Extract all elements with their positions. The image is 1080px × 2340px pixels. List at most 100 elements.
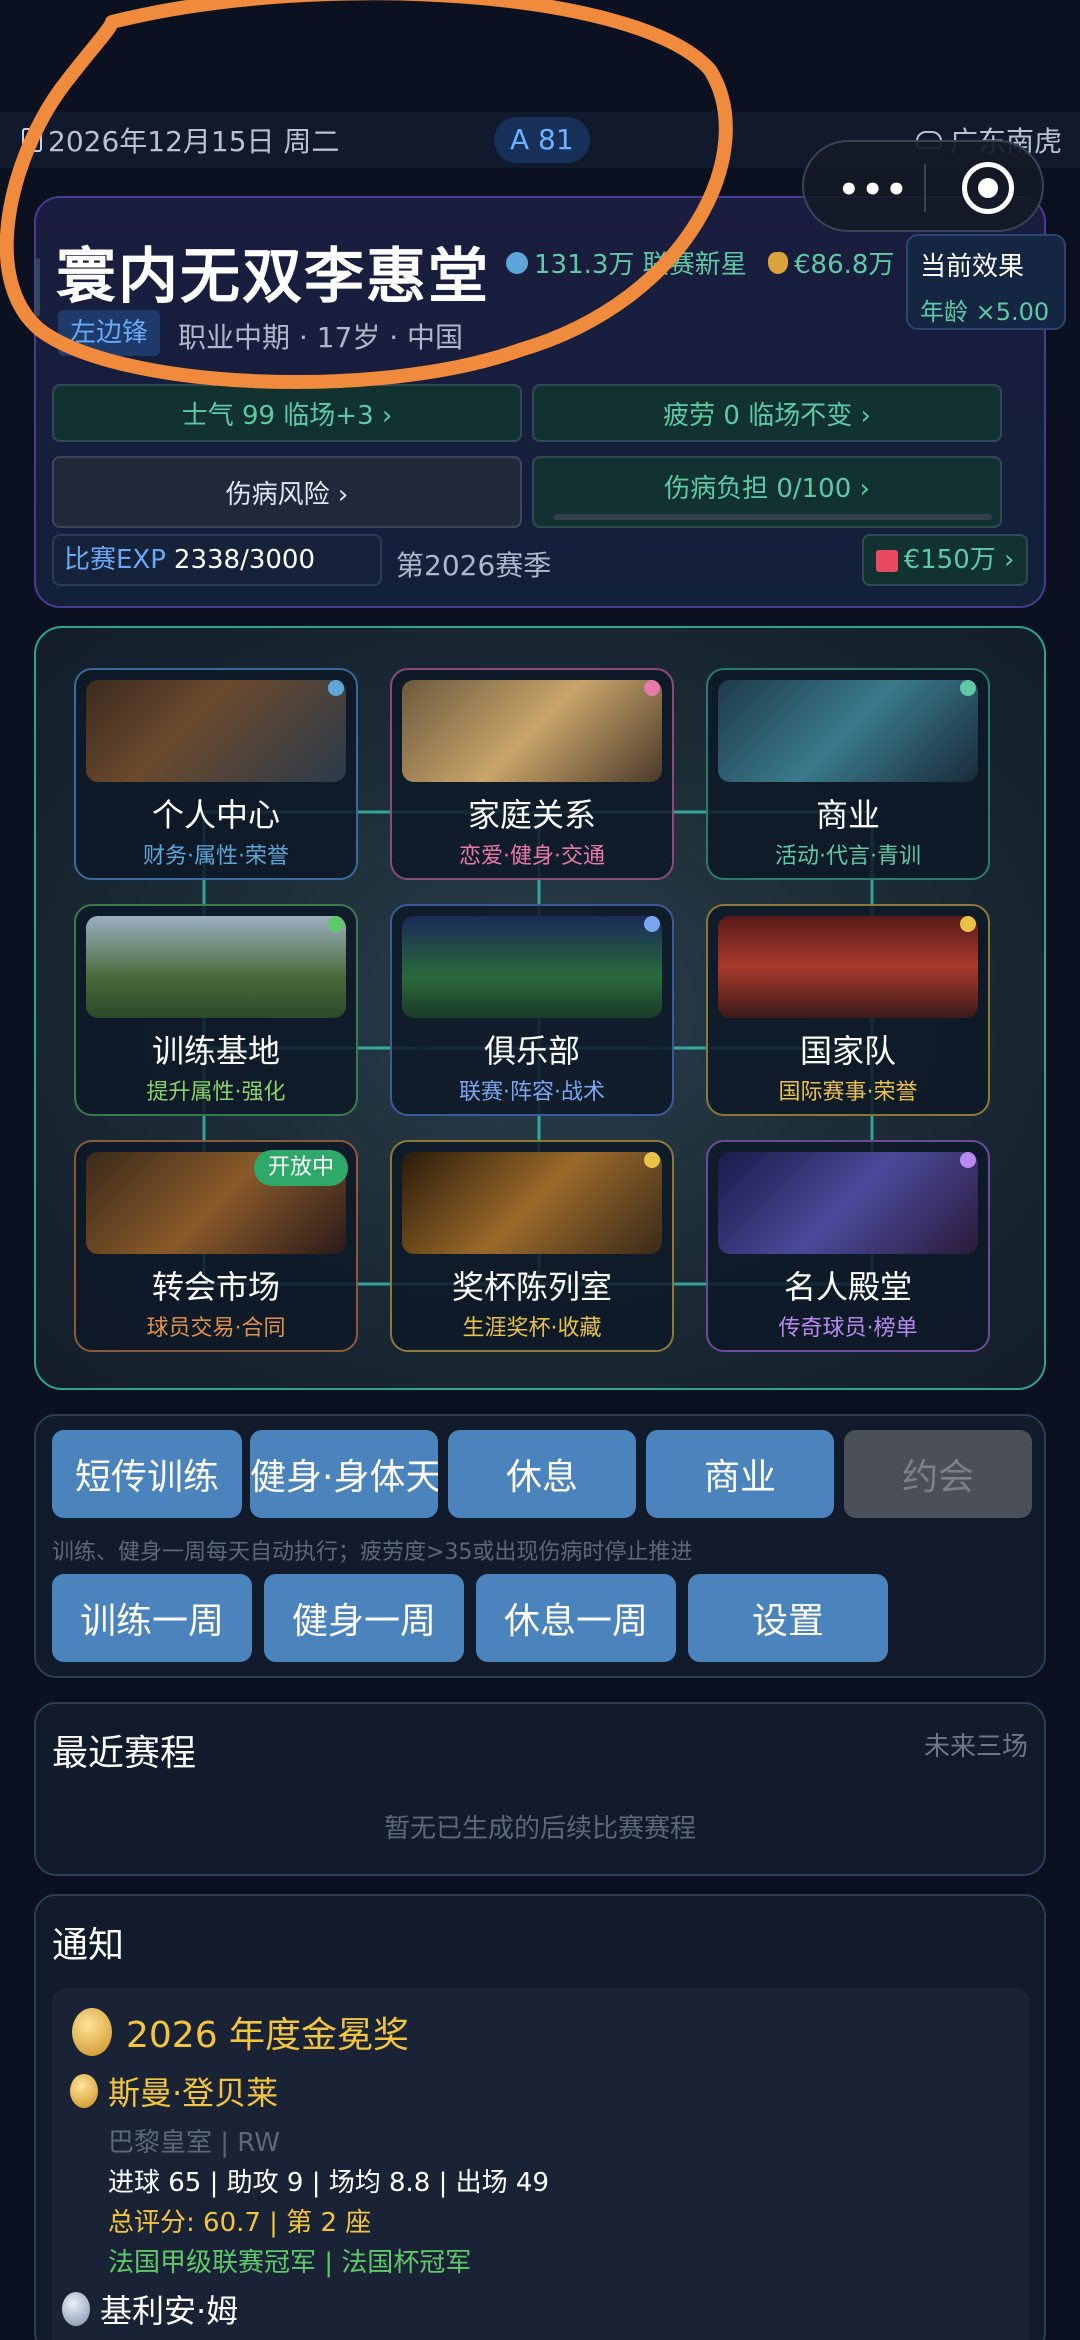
player-name: 寰内无双李惠堂 — [56, 242, 490, 312]
notice-title: 通知 — [52, 1925, 125, 1966]
injury-risk-text: 伤病风险 › — [225, 479, 349, 510]
tile-title: 商业 — [815, 796, 880, 834]
tile-image — [718, 916, 978, 1018]
more-menu-icon[interactable]: ••• — [838, 170, 909, 210]
tile-image — [402, 1152, 662, 1254]
money-display: €86.8万 — [768, 244, 894, 281]
tile-hall-of-fame[interactable]: 名人殿堂传奇球员·榜单 — [706, 1140, 990, 1352]
open-status-badge: 开放中 — [253, 1150, 348, 1186]
gold-medal-icon — [70, 2074, 98, 2108]
schedule-empty-text: 暂无已生成的后续比赛赛程 — [383, 1814, 696, 1844]
fatigue-button[interactable]: 疲劳 0 临场不变 › — [532, 384, 1002, 442]
tile-status-dot — [644, 1152, 660, 1168]
position-tag: 左边锋 — [58, 310, 161, 356]
tile-title: 个人中心 — [151, 796, 280, 834]
trophy-icon — [72, 2008, 112, 2056]
award-title-text: 2026 年度金冕奖 — [126, 2015, 410, 2056]
tile-title: 名人殿堂 — [783, 1268, 912, 1306]
market-value-button[interactable]: €150万 › — [862, 534, 1028, 586]
second-name: 基利安·姆 — [100, 2292, 239, 2330]
second-place-row: 基利安·姆 — [62, 2286, 238, 2332]
winner-honors: 法国甲级联赛冠军 | 法国杯冠军 — [108, 2248, 472, 2278]
tile-subtitle: 活动·代言·青训 — [775, 844, 921, 869]
tile-image — [402, 916, 662, 1018]
tile-title: 转会市场 — [151, 1268, 280, 1306]
date-text: 2026年12月15日 周二 — [48, 125, 340, 158]
fitness-button[interactable]: 健身·身体天赋 — [250, 1430, 438, 1518]
settings-button[interactable]: 设置 — [688, 1574, 888, 1662]
tile-image — [718, 1152, 978, 1254]
tile-subtitle: 恋爱·健身·交通 — [459, 844, 605, 869]
morale-button[interactable]: 士气 99 临场+3 › — [52, 384, 522, 442]
winner-name: 斯曼·登贝莱 — [108, 2074, 279, 2112]
auto-advance-hint: 训练、健身一周每天自动执行；疲劳度>35或出现伤病时停止推进 — [52, 1540, 693, 1565]
tile-image — [402, 680, 662, 782]
train-week-button[interactable]: 训练一周 — [52, 1574, 252, 1662]
tile-subtitle: 联赛·阵容·战术 — [459, 1080, 605, 1105]
tile-status-dot — [644, 680, 660, 696]
target-icon[interactable] — [962, 162, 1014, 214]
schedule-title: 最近赛程 — [52, 1733, 197, 1774]
match-exp-box: 比赛EXP 2338/3000 — [52, 534, 382, 586]
rating-badge: A 81 — [494, 117, 590, 163]
tile-training-base[interactable]: 训练基地提升属性·强化 — [74, 904, 358, 1116]
tile-club[interactable]: 俱乐部联赛·阵容·战术 — [390, 904, 674, 1116]
schedule-note: 未来三场 — [923, 1732, 1028, 1762]
tile-subtitle: 提升属性·强化 — [146, 1080, 286, 1105]
capsule-divider — [924, 164, 926, 212]
fatigue-text: 疲劳 0 临场不变 › — [663, 400, 871, 431]
recent-schedule-panel: 最近赛程 未来三场 暂无已生成的后续比赛赛程 — [34, 1702, 1046, 1876]
tile-personal-center[interactable]: 个人中心财务·属性·荣誉 — [74, 668, 358, 880]
current-effect-box[interactable]: 当前效果 年龄 ×5.00 — [906, 234, 1066, 330]
notice-panel: 通知 2026 年度金冕奖 斯曼·登贝莱 巴黎皇室 | RW 进球 65 | 助… — [34, 1894, 1046, 2340]
tile-status-dot — [328, 916, 344, 932]
rest-button[interactable]: 休息 — [448, 1430, 636, 1518]
tile-status-dot — [960, 916, 976, 932]
rest-week-button[interactable]: 休息一周 — [476, 1574, 676, 1662]
effect-title: 当前效果 — [920, 252, 1025, 282]
exp-value: 2338/3000 — [173, 545, 316, 575]
injury-burden-text: 伤病负担 0/100 › — [664, 474, 870, 504]
tile-status-dot — [328, 680, 344, 696]
exp-label: 比赛EXP — [64, 545, 166, 575]
tile-subtitle: 财务·属性·荣誉 — [143, 844, 289, 869]
tile-trophy-room[interactable]: 奖杯陈列室生涯奖杯·收藏 — [390, 1140, 674, 1352]
date-button[interactable]: 约会 — [844, 1430, 1032, 1518]
money-bag-icon — [768, 251, 788, 274]
season-text: 第2026赛季 — [396, 549, 552, 582]
injury-burden-button[interactable]: 伤病负担 0/100 › — [532, 456, 1002, 528]
effect-value: 年龄 ×5.00 — [920, 298, 1050, 326]
tile-subtitle: 生涯奖杯·收藏 — [462, 1316, 602, 1341]
trend-chart-icon — [875, 549, 898, 572]
business-button[interactable]: 商业 — [646, 1430, 834, 1518]
tile-status-dot — [960, 1152, 976, 1168]
season-label: 第2026赛季 — [396, 544, 551, 584]
fans-text: 131.3万 联赛新星 — [534, 250, 747, 280]
tile-title: 奖杯陈列室 — [451, 1268, 612, 1306]
tile-title: 俱乐部 — [483, 1032, 580, 1070]
tile-title: 训练基地 — [151, 1032, 280, 1070]
tile-status-dot — [644, 916, 660, 932]
tile-business[interactable]: 商业活动·代言·青训 — [706, 668, 990, 880]
weekly-actions-panel: 短传训练 健身·身体天赋 休息 商业 约会 训练、健身一周每天自动执行；疲劳度>… — [34, 1414, 1046, 1678]
injury-risk-button[interactable]: 伤病风险 › — [52, 456, 522, 528]
winner-stats: 进球 65 | 助攻 9 | 场均 8.8 | 出场 49 — [108, 2168, 549, 2198]
short-pass-training-button[interactable]: 短传训练 — [52, 1430, 242, 1518]
tile-national-team[interactable]: 国家队 国际赛事·荣誉 — [706, 904, 990, 1116]
fans-icon — [506, 251, 528, 274]
fitness-week-button[interactable]: 健身一周 — [264, 1574, 464, 1662]
mini-program-capsule: ••• — [802, 140, 1044, 232]
facility-map-panel: 个人中心 财务·属性·荣誉 家庭关系 恋爱·健身·交通 商业 活动·代言·青训 训练基地 提升… — [34, 626, 1046, 1390]
winner-row: 斯曼·登贝莱 — [70, 2068, 278, 2114]
player-meta: 职业中期 · 17岁 · 中国 — [178, 321, 464, 354]
tile-image — [718, 680, 978, 782]
tile-family[interactable]: 家庭关系 恋爱·健身·交通 — [390, 668, 674, 880]
calendar-icon — [22, 128, 42, 152]
tile-image — [86, 680, 346, 782]
tile-transfer-market[interactable]: 开放中 转会市场 球员交易·合同 — [74, 1140, 358, 1352]
winner-score: 总评分: 60.7 | 第 2 座 — [108, 2208, 372, 2238]
winner-club: 巴黎皇室 | RW — [108, 2128, 281, 2158]
fans-display: 131.3万 联赛新星 — [506, 244, 747, 281]
tile-subtitle: 传奇球员·榜单 — [778, 1316, 918, 1341]
award-title: 2026 年度金冕奖 — [72, 2006, 409, 2058]
